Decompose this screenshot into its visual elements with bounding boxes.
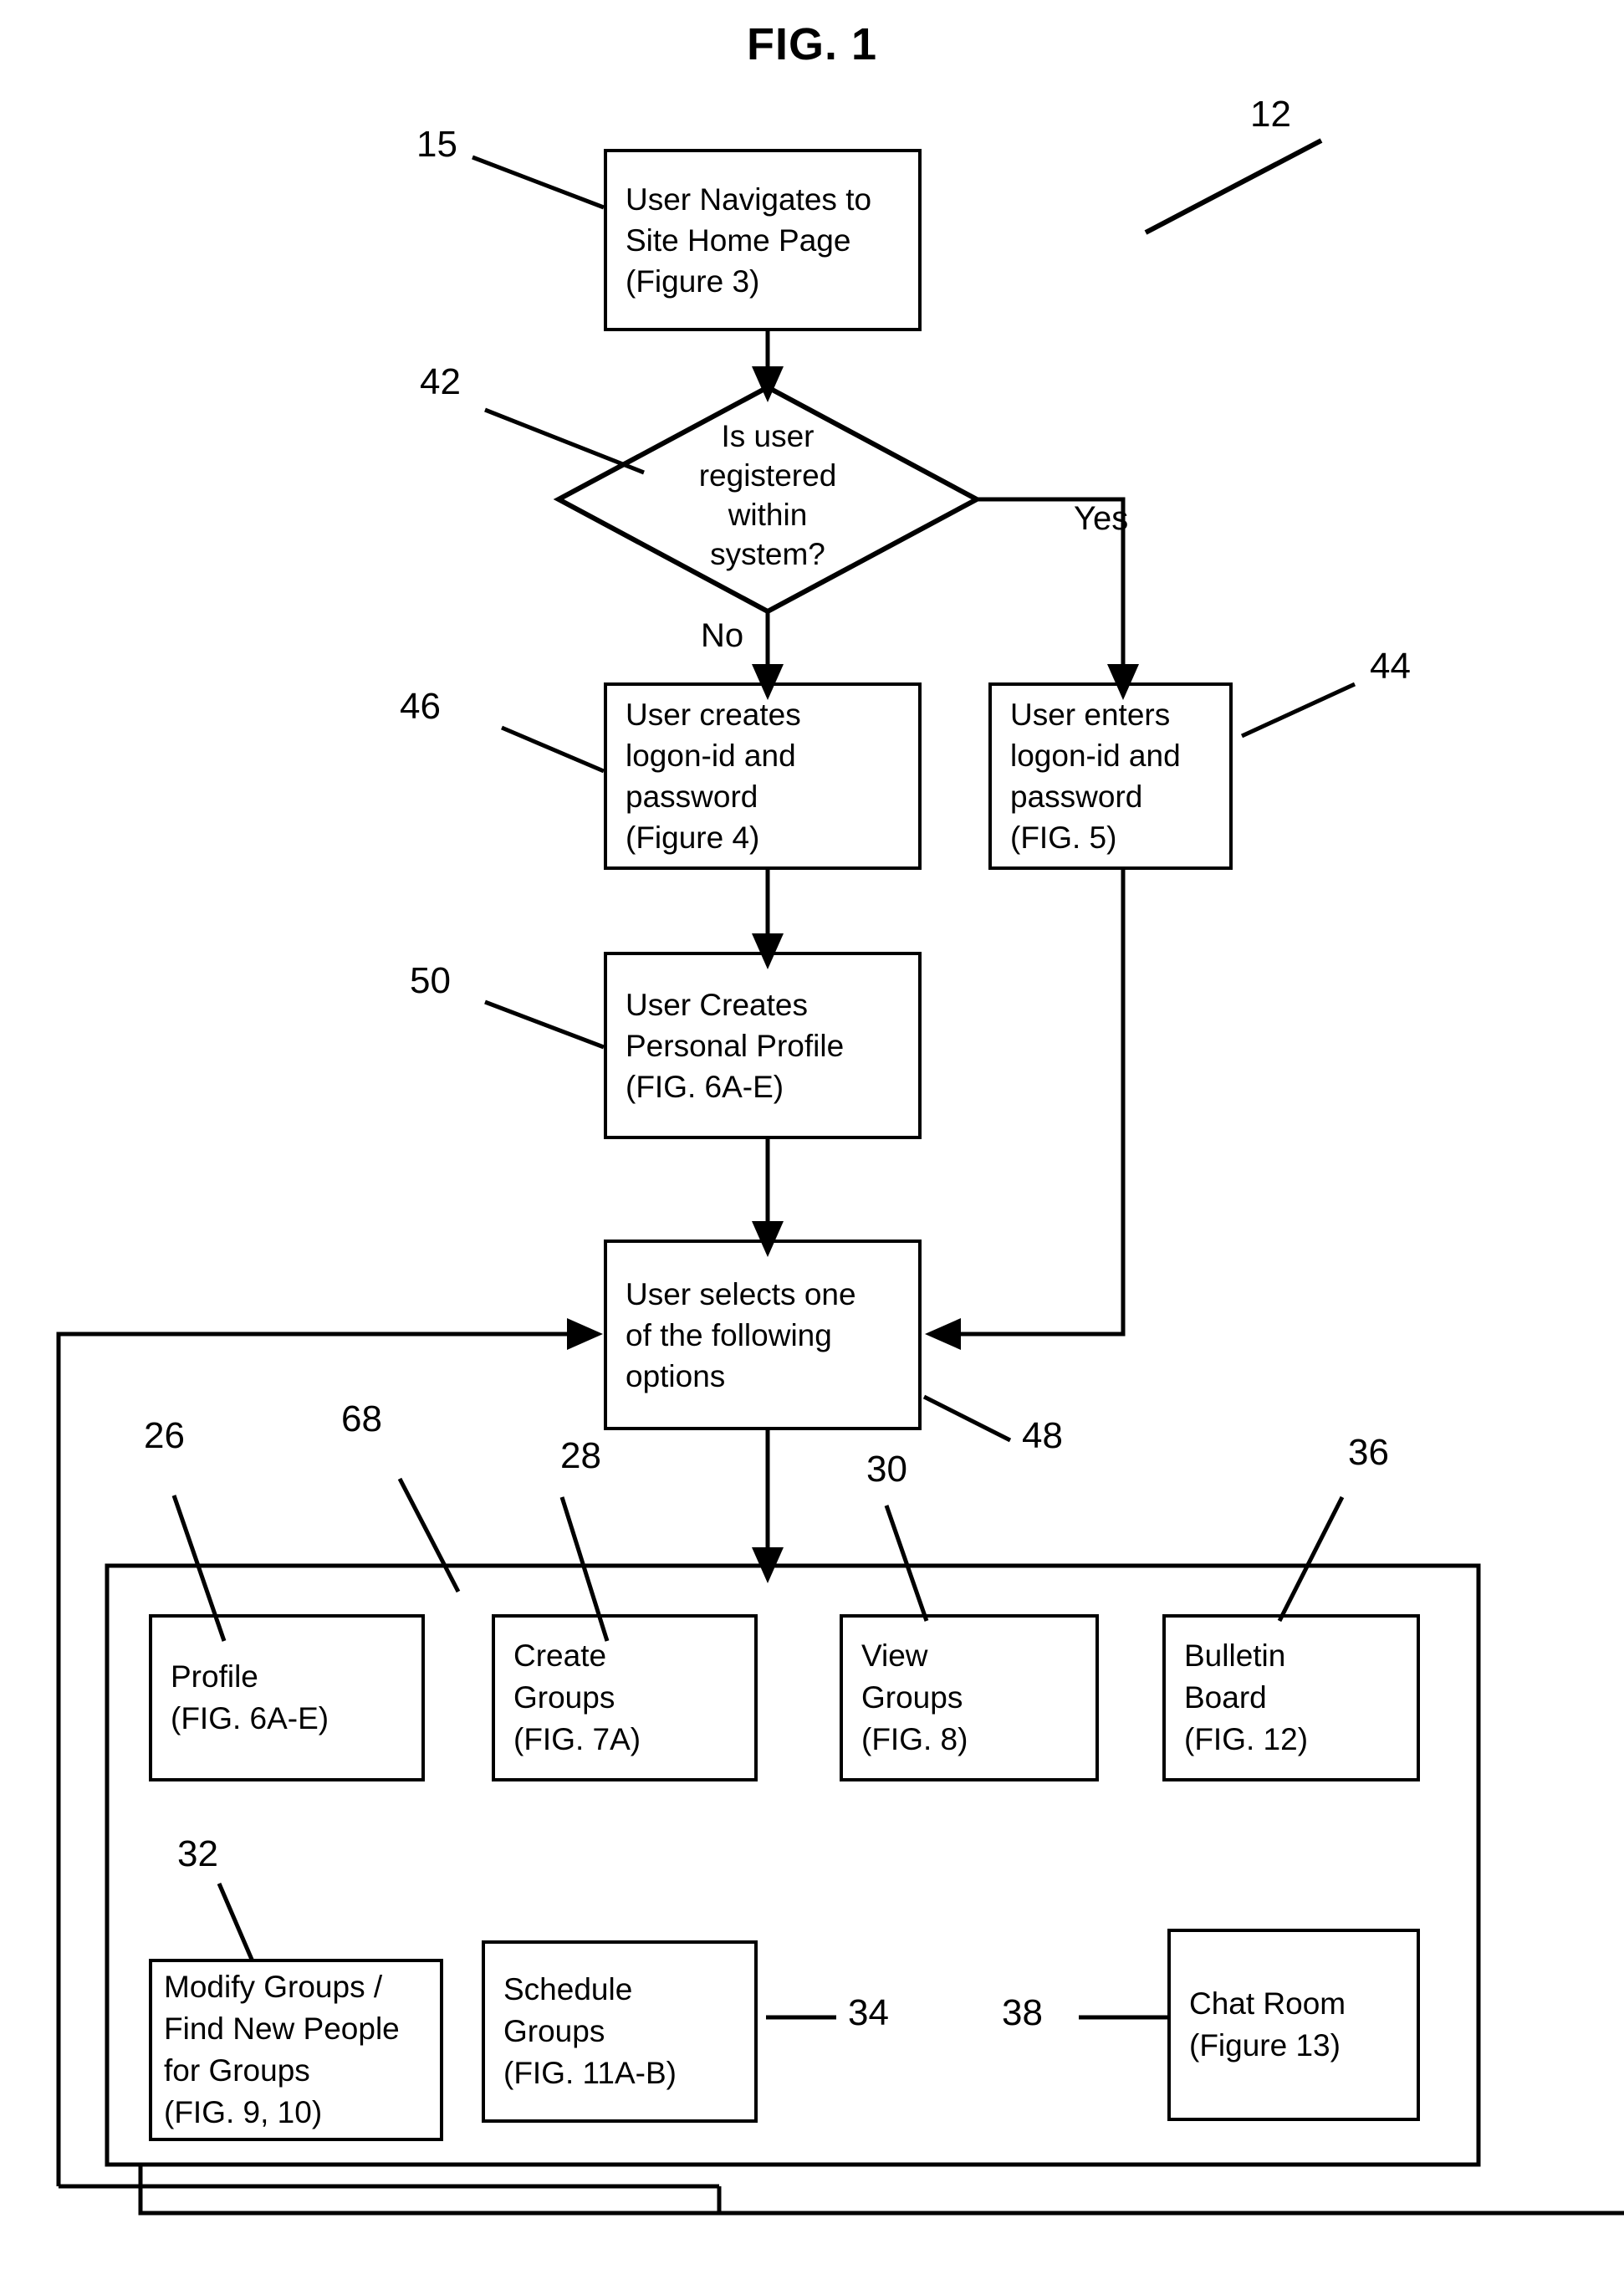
node-line: (FIG. 5)	[1010, 820, 1117, 855]
node-line: View	[861, 1638, 928, 1673]
ref-38: 38	[1002, 1992, 1043, 2033]
node-line: (Figure 3)	[626, 263, 760, 299]
node-line: User Creates	[626, 987, 808, 1022]
node-line: (FIG. 6A-E)	[626, 1069, 784, 1104]
node-line: password	[626, 780, 758, 814]
ref-36: 36	[1348, 1432, 1389, 1473]
node-user-selects-option: User selects one of the following option…	[604, 1240, 922, 1430]
node-decision-registered: Is user registered within system?	[642, 417, 893, 574]
node-user-creates-logon: User creates logon-id and password (Figu…	[604, 682, 922, 870]
node-line: system?	[710, 537, 825, 571]
node-line: registered	[698, 458, 837, 493]
node-line: Bulletin	[1184, 1638, 1286, 1673]
node-line: Is user	[721, 419, 815, 453]
node-line: for Groups	[164, 2053, 310, 2088]
ref-46: 46	[400, 686, 441, 727]
node-line: (FIG. 6A-E)	[171, 1701, 329, 1735]
node-line: (FIG. 9, 10)	[164, 2095, 323, 2129]
node-line: User selects one	[626, 1276, 856, 1311]
node-line: User enters	[1010, 698, 1171, 732]
option-chat-room[interactable]: Chat Room (Figure 13)	[1167, 1929, 1420, 2121]
patent-figure-page: FIG. 1 12 15 42 46 44 50 48 26 68 28 30 …	[0, 0, 1624, 2290]
node-line: within	[728, 498, 808, 532]
node-line: (FIG. 11A-B)	[503, 2056, 677, 2090]
option-schedule-groups[interactable]: Schedule Groups (FIG. 11A-B)	[482, 1940, 758, 2123]
ref-32: 32	[177, 1833, 218, 1874]
node-line: Find New People	[164, 2011, 400, 2046]
ref-42: 42	[420, 361, 461, 402]
node-line: (FIG. 7A)	[513, 1722, 641, 1756]
ref-28: 28	[560, 1435, 601, 1476]
node-line: Groups	[861, 1680, 963, 1715]
ref-44: 44	[1370, 646, 1411, 687]
node-line: User Navigates to	[626, 181, 872, 217]
ref-12: 12	[1250, 94, 1291, 135]
ref-48: 48	[1022, 1415, 1063, 1456]
node-user-creates-profile: User Creates Personal Profile (FIG. 6A-E…	[604, 952, 922, 1139]
option-modify-groups[interactable]: Modify Groups / Find New People for Grou…	[149, 1959, 443, 2141]
node-line: Personal Profile	[626, 1028, 845, 1063]
node-line: options	[626, 1358, 726, 1393]
node-line: Profile	[171, 1659, 258, 1694]
node-line: Site Home Page	[626, 222, 851, 258]
option-create-groups[interactable]: Create Groups (FIG. 7A)	[492, 1614, 758, 1781]
node-line: Board	[1184, 1680, 1267, 1715]
option-bulletin-board[interactable]: Bulletin Board (FIG. 12)	[1162, 1614, 1420, 1781]
node-line: Schedule	[503, 1972, 633, 2006]
node-line: of the following	[626, 1317, 832, 1352]
ref-68: 68	[341, 1398, 382, 1439]
node-line: Modify Groups /	[164, 1970, 383, 2004]
node-user-enters-logon: User enters logon-id and password (FIG. …	[988, 682, 1233, 870]
node-line: password	[1010, 780, 1143, 814]
ref-26: 26	[144, 1415, 185, 1456]
node-line: (Figure 4)	[626, 820, 760, 855]
node-line: (FIG. 8)	[861, 1722, 968, 1756]
node-line: (FIG. 12)	[1184, 1722, 1309, 1756]
ref-30: 30	[866, 1449, 907, 1490]
edge-label-no: No	[701, 617, 744, 654]
node-line: logon-id and	[626, 739, 796, 773]
node-line: (Figure 13)	[1189, 2028, 1341, 2063]
option-profile[interactable]: Profile (FIG. 6A-E)	[149, 1614, 425, 1781]
edge-label-yes: Yes	[1074, 500, 1129, 537]
node-line: User creates	[626, 698, 801, 732]
option-view-groups[interactable]: View Groups (FIG. 8)	[840, 1614, 1099, 1781]
ref-15: 15	[416, 124, 457, 165]
ref-50: 50	[410, 960, 451, 1001]
ref-34: 34	[848, 1992, 889, 2033]
node-user-navigates-home: User Navigates to Site Home Page (Figure…	[604, 149, 922, 331]
node-line: Chat Room	[1189, 1986, 1346, 2021]
node-line: Create	[513, 1638, 607, 1673]
node-line: logon-id and	[1010, 739, 1181, 773]
node-line: Groups	[513, 1680, 615, 1715]
node-line: Groups	[503, 2014, 605, 2048]
